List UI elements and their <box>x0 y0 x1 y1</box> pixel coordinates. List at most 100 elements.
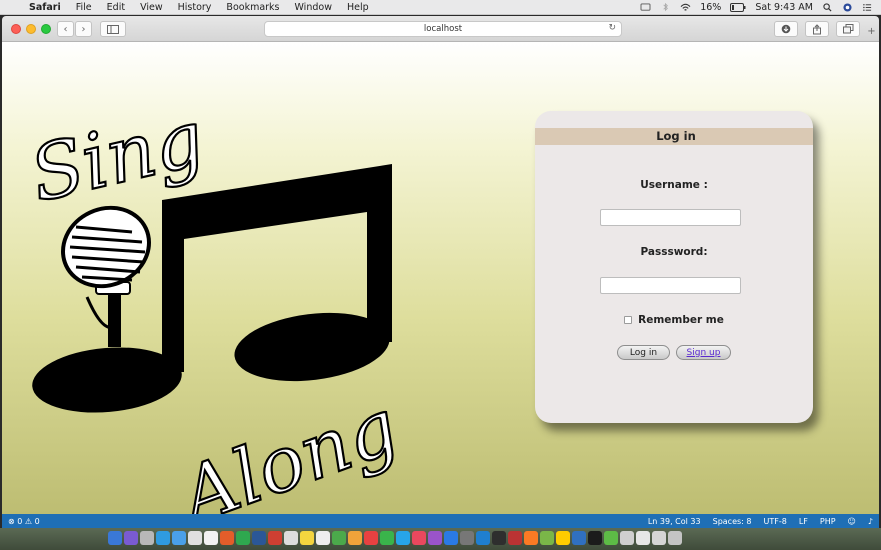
bluetooth-icon[interactable] <box>660 2 671 12</box>
tabs-overview-button[interactable] <box>836 21 860 37</box>
excel-icon[interactable] <box>236 531 250 545</box>
word-icon[interactable] <box>252 531 266 545</box>
back-button[interactable]: ‹ <box>57 21 74 37</box>
facetime-icon[interactable] <box>396 531 410 545</box>
signup-link[interactable]: Sign up <box>676 345 731 360</box>
battery-percent: 16% <box>700 1 722 13</box>
remember-me-checkbox[interactable] <box>624 316 633 324</box>
status-bar-right: Ln 39, Col 33 Spaces: 8 UTF-8 LF PHP ☺ ♪ <box>648 517 873 526</box>
download-icon <box>781 24 791 34</box>
photoshop-icon[interactable] <box>588 531 602 545</box>
photos-icon[interactable] <box>348 531 362 545</box>
browser-toolbar: ‹ › localhost ↻ + <box>2 16 879 42</box>
documents-folder-icon[interactable] <box>636 531 650 545</box>
address-bar-url: localhost <box>423 24 463 34</box>
menu-help[interactable]: Help <box>340 2 377 13</box>
menu-history[interactable]: History <box>171 2 220 13</box>
trash-icon[interactable] <box>668 531 682 545</box>
terminal-icon[interactable] <box>492 531 506 545</box>
password-label: Passsword: <box>640 246 708 258</box>
spotify-icon[interactable] <box>604 531 618 545</box>
preview-icon[interactable] <box>620 531 634 545</box>
bell-icon[interactable]: ♪ <box>868 517 873 526</box>
password-input[interactable] <box>600 277 741 294</box>
login-card: Log in Username : Passsword: Remember me… <box>535 111 813 423</box>
music-icon[interactable] <box>412 531 426 545</box>
calendar-icon[interactable] <box>204 531 218 545</box>
zoom-window-button[interactable] <box>41 24 51 34</box>
screen-mirroring-icon[interactable] <box>640 2 651 12</box>
downloads-folder-icon[interactable] <box>652 531 666 545</box>
editor-status-bar: ⊗ 0 ⚠ 0 Ln 39, Col 33 Spaces: 8 UTF-8 LF… <box>2 514 879 528</box>
line-ending[interactable]: LF <box>799 517 808 526</box>
chrome-icon[interactable] <box>364 531 378 545</box>
system-preferences-icon[interactable] <box>460 531 474 545</box>
login-button[interactable]: Log in <box>617 345 670 360</box>
menu-clock[interactable]: Sat 9:43 AM <box>755 2 813 13</box>
app-store-icon[interactable] <box>444 531 458 545</box>
remember-me-row: Remember me <box>535 314 813 326</box>
menu-extras: 16% Sat 9:43 AM <box>640 2 881 13</box>
user-avatar-icon[interactable] <box>842 2 853 12</box>
mail-icon[interactable] <box>172 531 186 545</box>
xcode-icon[interactable] <box>572 531 586 545</box>
new-tab-button[interactable]: + <box>866 25 877 38</box>
notes-icon[interactable] <box>284 531 298 545</box>
chevron-right-icon: › <box>81 23 86 35</box>
siri-icon[interactable] <box>124 531 138 545</box>
launchpad-icon[interactable] <box>140 531 154 545</box>
login-card-title: Log in <box>535 128 813 145</box>
remember-me-label: Remember me <box>638 314 724 326</box>
username-input[interactable] <box>600 209 741 226</box>
battery-icon[interactable] <box>730 2 746 12</box>
username-label: Username : <box>640 179 708 191</box>
podcasts-icon[interactable] <box>428 531 442 545</box>
problems-count[interactable]: ⊗ 0 ⚠ 0 <box>8 517 40 526</box>
logo-word-along: Along <box>164 381 409 514</box>
cursor-position[interactable]: Ln 39, Col 33 <box>648 517 701 526</box>
powerpoint-icon[interactable] <box>268 531 282 545</box>
web-page: Sing Along Log in Username: Passsword: … <box>2 42 879 514</box>
vscode-icon[interactable] <box>476 531 490 545</box>
vlc-icon[interactable] <box>220 531 234 545</box>
maps-icon[interactable] <box>332 531 346 545</box>
feedback-icon[interactable]: ☺ <box>848 517 856 526</box>
menu-window[interactable]: Window <box>288 2 340 13</box>
wifi-icon[interactable] <box>680 3 691 12</box>
notification-center-icon[interactable] <box>862 3 873 12</box>
sidebar-toggle-button[interactable] <box>100 21 126 37</box>
menu-app-name[interactable]: Safari <box>22 2 69 13</box>
plus-icon: + <box>867 26 876 37</box>
menu-file[interactable]: File <box>69 2 100 13</box>
finder-icon[interactable] <box>108 531 122 545</box>
language-mode[interactable]: PHP <box>820 517 836 526</box>
messages-icon[interactable] <box>380 531 394 545</box>
downloads-button[interactable] <box>774 21 798 37</box>
indentation-setting[interactable]: Spaces: 8 <box>713 517 752 526</box>
tabs-icon <box>842 24 853 34</box>
sidebar-icon <box>107 24 119 34</box>
share-icon <box>813 23 821 34</box>
menu-view[interactable]: View <box>133 2 171 13</box>
contacts-icon[interactable] <box>188 531 202 545</box>
android-studio-icon[interactable] <box>540 531 554 545</box>
address-bar[interactable]: localhost ↻ <box>264 21 622 37</box>
share-button[interactable] <box>805 21 829 37</box>
menu-bookmarks[interactable]: Bookmarks <box>219 2 287 13</box>
filezilla-icon[interactable] <box>508 531 522 545</box>
stickies-icon[interactable] <box>300 531 314 545</box>
close-window-button[interactable] <box>11 24 21 34</box>
chevron-left-icon: ‹ <box>63 23 68 35</box>
file-encoding[interactable]: UTF-8 <box>763 517 786 526</box>
minimize-window-button[interactable] <box>26 24 36 34</box>
dock-apps <box>108 531 682 545</box>
macos-menu-bar: Safari File Edit View History Bookmarks … <box>0 0 881 15</box>
safari-icon[interactable] <box>156 531 170 545</box>
sketch-icon[interactable] <box>556 531 570 545</box>
reload-icon[interactable]: ↻ <box>608 23 616 33</box>
forward-button[interactable]: › <box>75 21 92 37</box>
spotlight-search-icon[interactable] <box>822 2 833 12</box>
menu-edit[interactable]: Edit <box>100 2 133 13</box>
xampp-icon[interactable] <box>524 531 538 545</box>
textedit-icon[interactable] <box>316 531 330 545</box>
